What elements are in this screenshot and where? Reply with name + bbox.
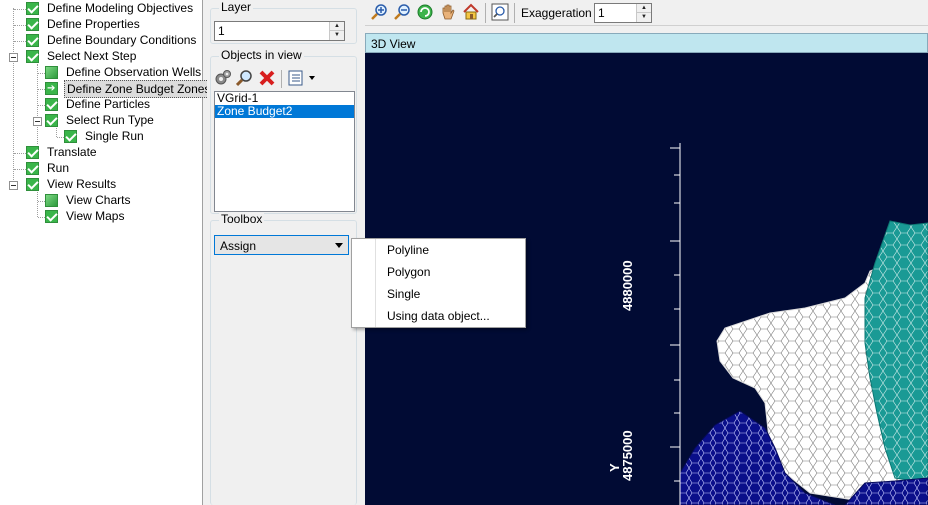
checked-icon	[26, 146, 39, 159]
objects-in-view-group: Objects in view VGrid-1 Zone Budget2	[210, 48, 357, 214]
exaggeration-value[interactable]: 1	[598, 6, 605, 20]
layer-spinner[interactable]: 1 ▲ ▼	[214, 21, 345, 41]
y-axis-label: Y	[607, 463, 622, 472]
objects-group-title: Objects in view	[219, 48, 304, 62]
tree-connector	[57, 137, 64, 138]
spin-up-button[interactable]: ▲	[330, 22, 344, 31]
tree-connector	[14, 169, 26, 170]
tree-item-label: View Charts	[66, 193, 131, 207]
view-title: 3D View	[371, 37, 416, 51]
tree-item-label: View Maps	[66, 209, 125, 223]
view-title-bar: 3D View	[365, 33, 928, 53]
tree-connector	[14, 25, 26, 26]
toolbox-dropdown-menu[interactable]: Polyline Polygon Single Using data objec…	[351, 238, 526, 328]
zoom-extent-icon[interactable]	[491, 3, 509, 21]
tree-connector	[13, 8, 14, 188]
tree-connector	[37, 64, 38, 144]
tree-connector	[38, 73, 45, 74]
tree-connector	[14, 153, 26, 154]
toolbox-group: Toolbox Assign	[210, 212, 357, 505]
collapse-icon[interactable]	[9, 181, 18, 190]
layer-group-title: Layer	[219, 0, 254, 14]
checked-icon	[26, 18, 39, 31]
toolbox-selected-value: Assign	[220, 239, 257, 253]
exaggeration-label: Exaggeration	[521, 6, 592, 20]
current-step-icon	[45, 81, 58, 97]
menu-item-single[interactable]: Single	[387, 284, 420, 304]
rotate-icon[interactable]	[416, 3, 434, 21]
menu-item-polyline[interactable]: Polyline	[387, 240, 429, 260]
checked-icon	[26, 34, 39, 47]
tree-connector	[38, 89, 45, 90]
tree-item-label: Define Boundary Conditions	[47, 33, 197, 47]
checked-icon	[26, 162, 39, 175]
partial-icon	[45, 194, 58, 207]
partial-icon	[45, 66, 58, 79]
spin-up-button[interactable]: ▲	[637, 4, 651, 13]
zoom-out-icon[interactable]	[393, 3, 411, 21]
zoom-in-icon[interactable]	[370, 3, 388, 21]
checked-icon	[45, 114, 58, 127]
tree-item-label: View Results	[47, 177, 117, 191]
toolbar-separator	[281, 70, 282, 88]
y-tick-label: 4875000	[620, 430, 635, 481]
tree-item-label: Select Run Type	[66, 113, 154, 127]
tree-item-label: Define Modeling Objectives	[47, 1, 194, 15]
tree-connector	[56, 128, 57, 137]
chevron-down-icon[interactable]	[335, 243, 343, 248]
tree-connector	[14, 9, 26, 10]
list-item[interactable]: Zone Budget2	[215, 105, 354, 118]
spin-down-button[interactable]: ▼	[330, 31, 344, 40]
menu-item-using-data-object[interactable]: Using data object...	[387, 306, 490, 326]
tree-connector	[38, 105, 45, 106]
gears-icon[interactable]	[214, 69, 232, 87]
tree-item-label: Single Run	[85, 129, 144, 143]
exaggeration-spinner[interactable]: 1 ▲ ▼	[594, 3, 652, 23]
toolbox-select[interactable]: Assign	[214, 235, 349, 255]
toolbar-separator	[485, 3, 486, 23]
spin-down-button[interactable]: ▼	[637, 13, 651, 22]
tree-item-label: Define Particles	[66, 97, 151, 111]
objects-list[interactable]: VGrid-1 Zone Budget2	[214, 91, 355, 212]
workflow-tree[interactable]: Define Modeling Objectives Define Proper…	[0, 0, 214, 505]
collapse-icon[interactable]	[9, 53, 18, 62]
layer-value[interactable]: 1	[218, 24, 225, 38]
list-view-icon[interactable]	[287, 69, 305, 87]
toolbar-separator	[514, 3, 515, 23]
toolbox-group-title: Toolbox	[219, 212, 265, 226]
tree-item-label: Translate	[47, 145, 97, 159]
checked-icon	[26, 178, 39, 191]
magnifier-icon[interactable]	[236, 69, 254, 87]
pan-hand-icon[interactable]	[439, 3, 457, 21]
checked-icon	[64, 130, 77, 143]
tree-connector	[38, 217, 45, 218]
checked-icon	[26, 2, 39, 15]
tree-item-label: Define Properties	[47, 17, 140, 31]
checked-icon	[45, 98, 58, 111]
tree-connector	[14, 41, 26, 42]
properties-panel: Layer 1 ▲ ▼ Objects in view VGrid-1 Zone …	[207, 0, 358, 505]
tree-connector	[38, 201, 45, 202]
tree-item-label: Run	[47, 161, 70, 175]
checked-icon	[45, 210, 58, 223]
collapse-icon[interactable]	[33, 117, 42, 126]
y-tick-label: 4880000	[620, 260, 635, 311]
delete-icon[interactable]	[258, 69, 276, 87]
checked-icon	[26, 50, 39, 63]
view-toolbar: Exaggeration 1 ▲ ▼	[365, 0, 928, 26]
menu-item-polygon[interactable]: Polygon	[387, 262, 430, 282]
menu-gutter	[375, 239, 376, 327]
chevron-down-icon[interactable]	[309, 76, 315, 80]
layer-group: Layer 1 ▲ ▼	[210, 0, 357, 44]
tree-connector	[37, 192, 38, 217]
home-icon[interactable]	[462, 3, 480, 21]
tree-item-label: Select Next Step	[47, 49, 137, 63]
tree-item-label: Define Observation Wells	[66, 65, 202, 79]
